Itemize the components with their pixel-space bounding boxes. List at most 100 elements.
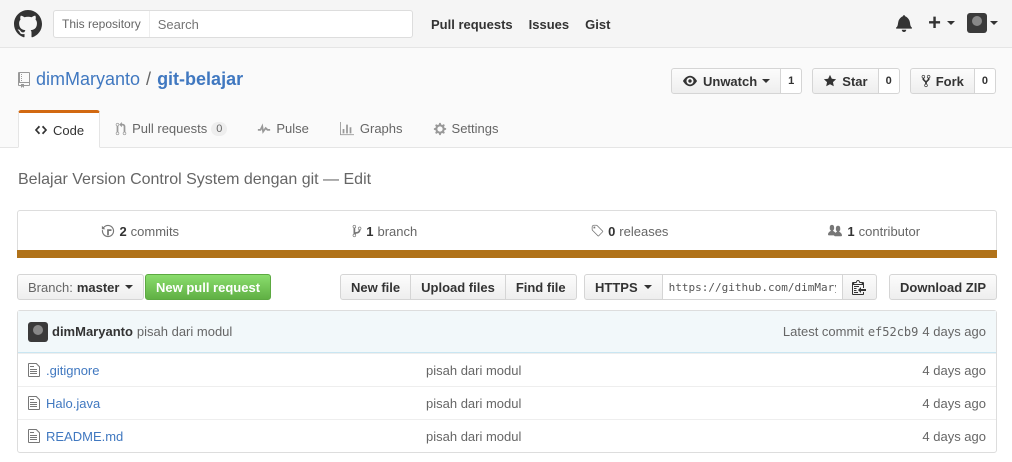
table-row: README.md pisah dari modul 4 days ago xyxy=(18,419,996,452)
upload-files-button[interactable]: Upload files xyxy=(410,274,506,300)
graph-icon xyxy=(339,121,354,135)
table-row: .gitignore pisah dari modul 4 days ago xyxy=(18,353,996,386)
copy-url-button[interactable] xyxy=(842,274,877,300)
file-name-link[interactable]: .gitignore xyxy=(46,363,426,378)
latest-commit-label: Latest commit xyxy=(782,324,864,339)
tab-pulse[interactable]: Pulse xyxy=(242,110,324,147)
file-name-link[interactable]: Halo.java xyxy=(46,396,426,411)
find-file-button[interactable]: Find file xyxy=(504,274,577,300)
tab-pulse-label: Pulse xyxy=(276,121,309,136)
avatar[interactable] xyxy=(28,321,48,342)
protocol-select-button[interactable]: HTTPS xyxy=(584,274,663,300)
releases-label: releases xyxy=(619,223,669,239)
contributor-label: contributor xyxy=(858,223,921,239)
contributors-link[interactable]: 1 contributor xyxy=(752,211,997,251)
chevron-down-icon[interactable] xyxy=(947,21,955,25)
commits-label: commits xyxy=(130,223,180,239)
file-commit-message[interactable]: pisah dari modul xyxy=(426,363,922,378)
nav-issues[interactable]: Issues xyxy=(529,17,569,32)
tab-pull-requests[interactable]: Pull requests 0 xyxy=(100,110,242,147)
eye-icon xyxy=(682,75,697,87)
file-commit-message[interactable]: pisah dari modul xyxy=(426,396,922,411)
chevron-down-icon xyxy=(762,79,771,83)
releases-count: 0 xyxy=(608,223,616,239)
fork-button[interactable]: Fork xyxy=(909,68,975,94)
bell-icon[interactable] xyxy=(896,14,913,32)
clipboard-icon xyxy=(852,280,867,295)
repo-owner-link[interactable]: dimMaryanto xyxy=(36,69,140,90)
star-group: Star 0 xyxy=(812,68,900,94)
file-actions: New file Upload files Find file xyxy=(340,274,577,300)
nav-gist[interactable]: Gist xyxy=(585,17,610,32)
commit-message[interactable]: pisah dari modul xyxy=(137,324,232,339)
tag-icon xyxy=(591,224,604,237)
repo-description: Belajar Version Control System dengan gi… xyxy=(18,171,372,188)
branch-prefix: Branch: xyxy=(28,279,73,295)
nav-pull-requests[interactable]: Pull requests xyxy=(431,17,513,32)
latest-commit-bar: dimMaryanto pisah dari modul Latest comm… xyxy=(18,311,996,353)
new-pull-request-button[interactable]: New pull request xyxy=(145,274,272,300)
branch-select-button[interactable]: Branch: master xyxy=(17,274,145,300)
contributor-count: 1 xyxy=(847,223,855,239)
tab-graphs[interactable]: Graphs xyxy=(324,110,418,147)
star-count[interactable]: 0 xyxy=(878,68,900,94)
unwatch-button[interactable]: Unwatch xyxy=(670,68,782,94)
site-header: This repository Pull requests Issues Gis… xyxy=(0,0,1012,48)
commit-age: 4 days ago xyxy=(922,324,986,339)
tab-code-label: Code xyxy=(53,122,85,138)
watch-group: Unwatch 1 xyxy=(670,68,803,94)
commit-meta: Latest commit ef52cb9 4 days ago xyxy=(783,324,986,339)
search-scope: This repository xyxy=(54,11,150,37)
code-icon xyxy=(34,125,48,135)
watch-count[interactable]: 1 xyxy=(781,68,803,94)
branches-link[interactable]: 1 branch xyxy=(263,211,508,251)
new-file-button[interactable]: New file xyxy=(340,274,412,300)
star-button[interactable]: Star xyxy=(812,68,879,94)
branch-count: 1 xyxy=(366,223,374,239)
repo-name-link[interactable]: git-belajar xyxy=(157,69,243,90)
table-row: Halo.java pisah dari modul 4 days ago xyxy=(18,386,996,419)
language-bar[interactable] xyxy=(17,250,997,258)
clone-url-input[interactable] xyxy=(662,274,843,300)
top-nav: Pull requests Issues Gist xyxy=(431,0,626,48)
fork-icon xyxy=(921,74,931,88)
plus-icon[interactable]: + xyxy=(928,12,941,34)
branch-name: master xyxy=(76,279,120,295)
user-avatar[interactable] xyxy=(967,13,987,33)
releases-link[interactable]: 0 releases xyxy=(507,211,752,251)
search-box: This repository xyxy=(53,10,413,38)
commit-author[interactable]: dimMaryanto xyxy=(52,324,133,339)
pull-requests-counter: 0 xyxy=(211,121,228,136)
branch-label: branch xyxy=(377,223,418,239)
github-logo-icon[interactable] xyxy=(14,10,42,38)
download-zip-button[interactable]: Download ZIP xyxy=(889,274,997,300)
pulse-icon xyxy=(258,122,271,134)
tab-pull-requests-label: Pull requests xyxy=(132,121,208,136)
file-name-link[interactable]: README.md xyxy=(46,429,426,444)
chevron-down-icon[interactable] xyxy=(990,21,998,25)
chevron-down-icon xyxy=(643,285,652,289)
repo-tabs: Code Pull requests 0 Pulse Graphs Settin… xyxy=(18,110,514,148)
commits-link[interactable]: 2 commits xyxy=(18,211,263,251)
file-table: dimMaryanto pisah dari modul Latest comm… xyxy=(17,310,997,453)
user-controls: + xyxy=(896,12,998,34)
file-age: 4 days ago xyxy=(922,395,986,411)
star-label: Star xyxy=(842,73,868,89)
pull-request-icon xyxy=(115,121,127,135)
file-icon xyxy=(28,363,40,377)
fork-count[interactable]: 0 xyxy=(974,68,996,94)
tab-settings-label: Settings xyxy=(451,121,499,136)
file-commit-message[interactable]: pisah dari modul xyxy=(426,429,922,444)
fork-group: Fork 0 xyxy=(909,68,996,94)
tab-code[interactable]: Code xyxy=(18,110,101,148)
search-input[interactable] xyxy=(149,16,390,32)
gear-icon xyxy=(433,122,446,135)
repo-title: dimMaryanto / git-belajar xyxy=(18,69,243,90)
file-icon xyxy=(28,396,40,410)
commit-sha[interactable]: ef52cb9 xyxy=(868,325,919,339)
tab-settings[interactable]: Settings xyxy=(418,110,514,147)
file-age: 4 days ago xyxy=(922,428,986,444)
branch-icon xyxy=(352,224,362,238)
clone-url-box: HTTPS xyxy=(584,274,877,300)
unwatch-label: Unwatch xyxy=(702,73,758,89)
